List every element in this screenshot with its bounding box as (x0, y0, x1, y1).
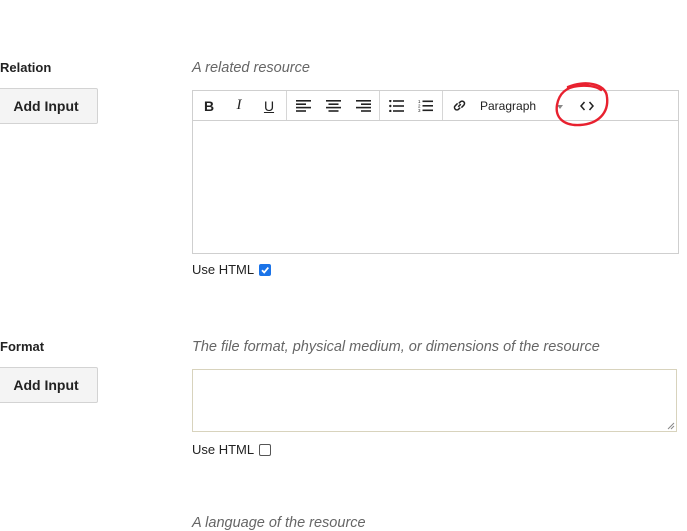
svg-text:3: 3 (418, 108, 421, 113)
relation-description: A related resource (192, 60, 310, 76)
format-use-html-checkbox[interactable] (259, 443, 272, 456)
bold-icon: B (203, 97, 215, 114)
underline-button[interactable]: U (259, 91, 279, 120)
next-field-description: A language of the resource (192, 515, 366, 531)
bullet-list-button[interactable] (384, 91, 408, 120)
align-right-button[interactable] (351, 91, 375, 120)
format-label: Format (0, 339, 45, 354)
format-description: The file format, physical medium, or dim… (192, 339, 600, 355)
block-format-value: Paragraph (480, 98, 537, 113)
checkmark-icon (261, 266, 270, 274)
align-right-icon (355, 99, 371, 112)
relation-editor-content[interactable] (193, 121, 678, 253)
relation-label: Relation (0, 60, 52, 75)
block-format-select[interactable]: Paragraph (480, 91, 536, 120)
format-use-html: Use HTML (192, 442, 272, 457)
italic-button[interactable]: I (229, 91, 249, 120)
numbered-list-icon: 1 2 3 (418, 99, 433, 113)
relation-use-html: Use HTML (192, 262, 272, 277)
annotation-circle (555, 82, 609, 127)
align-left-button[interactable] (291, 91, 315, 120)
use-html-label: Use HTML (192, 262, 255, 277)
align-center-button[interactable] (321, 91, 345, 120)
resize-handle-icon[interactable] (666, 421, 675, 430)
align-center-icon (325, 99, 341, 112)
link-icon (453, 100, 465, 111)
format-textarea[interactable] (192, 369, 677, 432)
insert-link-button[interactable] (447, 91, 471, 120)
bullet-list-icon (388, 99, 404, 112)
align-left-icon (295, 99, 311, 112)
italic-icon: I (236, 97, 242, 113)
relation-add-input-button[interactable]: Add Input (0, 88, 98, 124)
bold-button[interactable]: B (199, 91, 219, 120)
underline-icon: U (263, 97, 275, 114)
relation-use-html-checkbox[interactable] (259, 263, 272, 276)
toolbar-divider (442, 91, 443, 120)
toolbar-divider (379, 91, 380, 120)
format-add-input-button[interactable]: Add Input (0, 367, 98, 403)
use-html-label: Use HTML (192, 442, 255, 457)
numbered-list-button[interactable]: 1 2 3 (413, 91, 437, 120)
toolbar-divider (286, 91, 287, 120)
